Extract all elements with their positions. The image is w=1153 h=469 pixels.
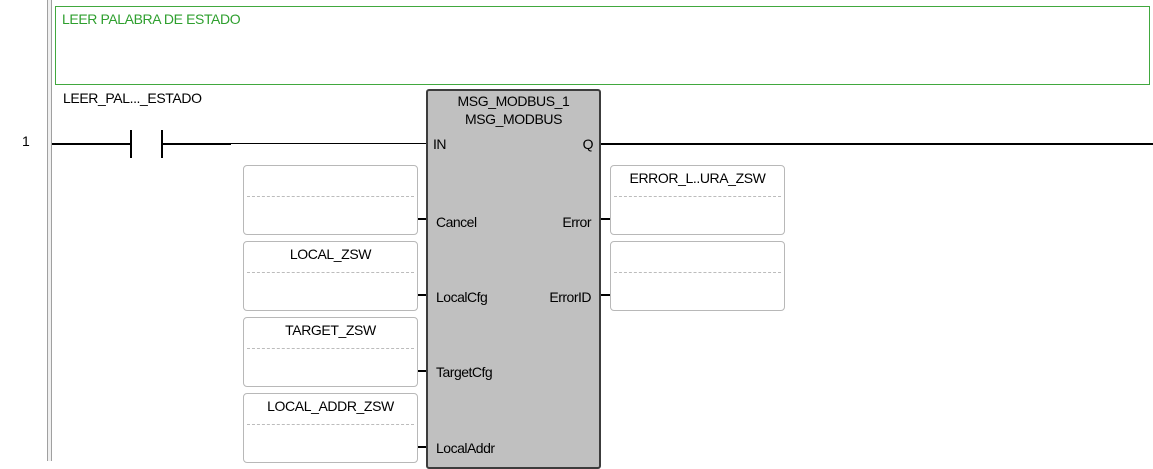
rung-wire-left (57, 143, 130, 145)
rung-wire-middle (163, 143, 231, 145)
input-variable-targetcfg[interactable]: TARGET_ZSW (243, 317, 418, 387)
variable-separator (247, 348, 414, 349)
function-block-instance-name[interactable]: MSG_MODBUS_1 (428, 93, 599, 109)
variable-separator (247, 196, 414, 197)
input-variable-targetcfg-text: TARGET_ZSW (285, 322, 376, 338)
gutter-separator (48, 0, 52, 461)
contact-variable-label[interactable]: LEER_PAL..._ESTADO (63, 90, 202, 106)
rung-wire-output (601, 143, 1153, 145)
input-variable-localaddr-text: LOCAL_ADDR_ZSW (267, 398, 394, 414)
input-variable-localcfg-text: LOCAL_ZSW (289, 246, 372, 262)
pin-targetcfg-label: TargetCfg (436, 364, 493, 380)
function-block-msg-modbus[interactable]: MSG_MODBUS_1 MSG_MODBUS IN Q Cancel Erro… (426, 89, 601, 469)
pin-localcfg-label: LocalCfg (436, 289, 488, 305)
input-variable-localcfg[interactable]: LOCAL_ZSW (243, 241, 418, 311)
pin-in-label: IN (433, 136, 447, 152)
pin-error-label: Error (562, 214, 591, 230)
pin-cancel-label: Cancel (436, 214, 477, 230)
rung-gutter (0, 0, 48, 461)
output-variable-errorid[interactable] (610, 241, 785, 311)
pin-q-label: Q (582, 136, 594, 152)
output-variable-error-text: ERROR_L..URA_ZSW (629, 170, 766, 186)
input-variable-cancel[interactable] (243, 165, 418, 235)
rung-number[interactable]: 1 (22, 133, 30, 149)
rung-wire-to-block (231, 143, 426, 144)
pin-errorid-label: ErrorID (549, 289, 591, 305)
variable-separator (247, 424, 414, 425)
function-block-type-name: MSG_MODBUS (464, 111, 563, 127)
pin-localaddr-label: LocalAddr (436, 440, 495, 456)
input-variable-localaddr[interactable]: LOCAL_ADDR_ZSW (243, 393, 418, 463)
contact-left-bar[interactable] (130, 130, 132, 158)
output-variable-error[interactable]: ERROR_L..URA_ZSW (610, 165, 785, 235)
variable-separator (614, 196, 781, 197)
variable-separator (247, 272, 414, 273)
rung-comment-text: LEER PALABRA DE ESTADO (62, 11, 241, 27)
rung-comment-box[interactable]: LEER PALABRA DE ESTADO (55, 6, 1150, 85)
variable-separator (614, 272, 781, 273)
